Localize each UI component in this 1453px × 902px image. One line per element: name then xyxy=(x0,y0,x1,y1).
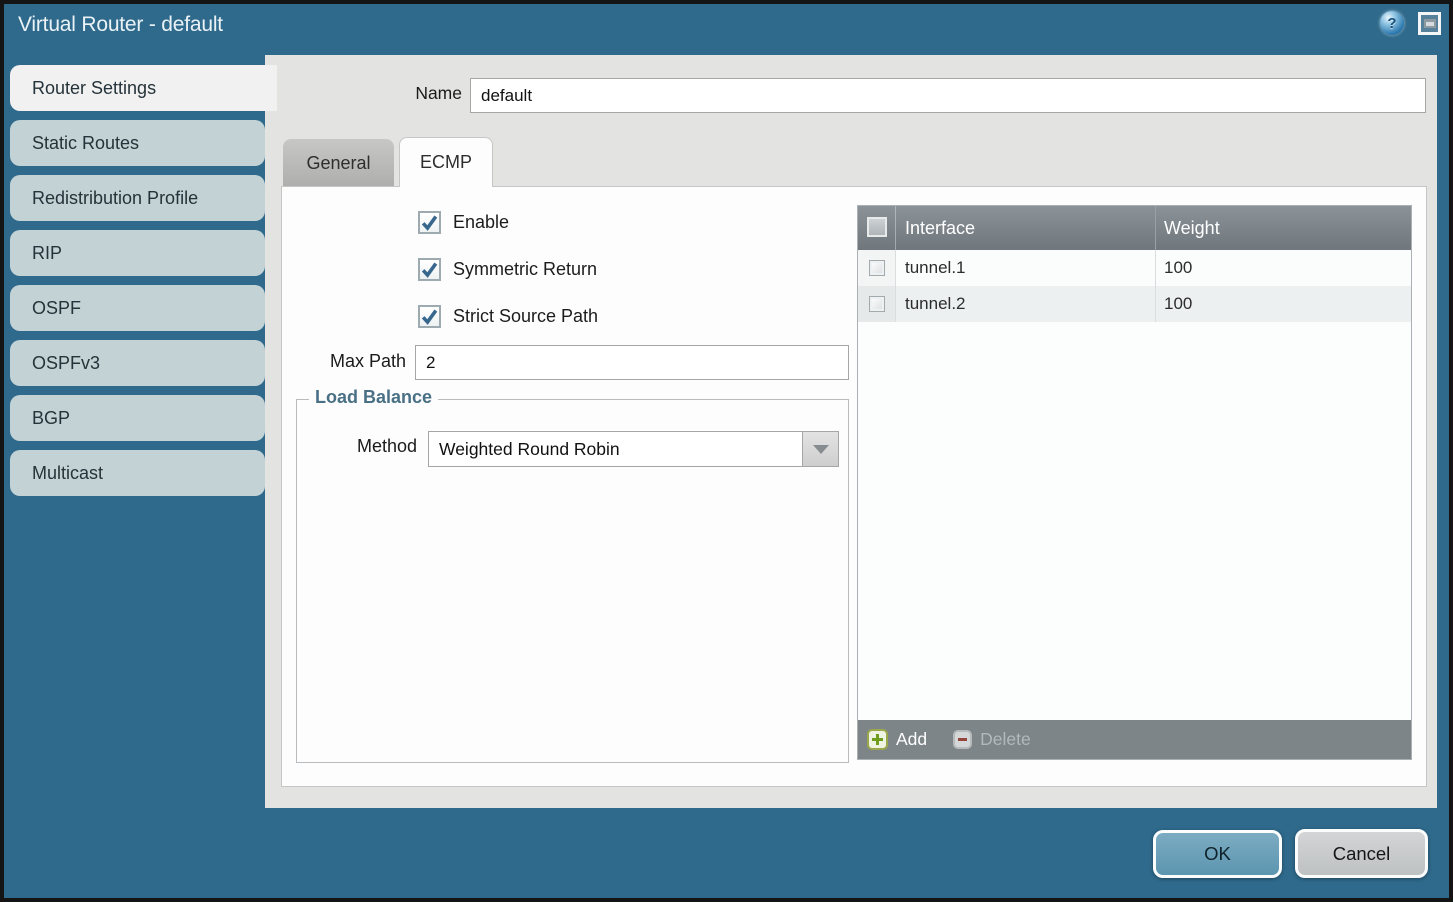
table-row[interactable]: tunnel.1 100 xyxy=(858,250,1411,286)
check-icon xyxy=(420,307,439,326)
ecmp-tab-panel: Enable Symmetric Return Strict Source Pa… xyxy=(281,186,1427,787)
table-row[interactable]: tunnel.2 100 xyxy=(858,286,1411,322)
plus-icon xyxy=(867,729,888,750)
row-checkbox[interactable] xyxy=(869,260,885,276)
sidebar-item-multicast[interactable]: Multicast xyxy=(10,450,265,496)
cell-interface[interactable]: tunnel.2 xyxy=(896,286,1155,322)
dropdown-arrow-button[interactable] xyxy=(802,432,838,466)
table-empty-area xyxy=(858,322,1411,720)
row-checkbox-cell xyxy=(858,286,896,322)
sidebar-item-static-routes[interactable]: Static Routes xyxy=(10,120,265,166)
row-checkbox[interactable] xyxy=(869,296,885,312)
tab-general[interactable]: General xyxy=(283,139,394,187)
sidebar-item-redistribution-profile[interactable]: Redistribution Profile xyxy=(10,175,265,221)
sidebar-item-rip[interactable]: RIP xyxy=(10,230,265,276)
symmetric-return-checkbox[interactable] xyxy=(418,258,441,281)
sidebar-item-bgp[interactable]: BGP xyxy=(10,395,265,441)
sidebar-item-ospfv3[interactable]: OSPFv3 xyxy=(10,340,265,386)
enable-row: Enable xyxy=(418,211,509,234)
ok-button[interactable]: OK xyxy=(1153,830,1282,878)
max-path-input[interactable] xyxy=(415,345,849,380)
column-header-interface[interactable]: Interface xyxy=(896,206,1155,250)
max-path-label: Max Path xyxy=(300,351,406,372)
sidebar-item-router-settings[interactable]: Router Settings xyxy=(10,65,277,111)
header-checkbox-cell xyxy=(858,206,896,250)
window-restore-icon[interactable] xyxy=(1418,12,1441,35)
method-label: Method xyxy=(307,436,417,457)
row-checkbox-cell xyxy=(858,250,896,286)
symmetric-return-label: Symmetric Return xyxy=(453,259,597,280)
check-icon xyxy=(420,213,439,232)
select-all-checkbox[interactable] xyxy=(867,217,887,237)
cell-weight[interactable]: 100 xyxy=(1155,286,1411,322)
method-selected-value: Weighted Round Robin xyxy=(439,432,620,466)
add-button[interactable]: Add xyxy=(867,729,927,750)
delete-label: Delete xyxy=(980,729,1031,750)
sidebar: Router Settings Static Routes Redistribu… xyxy=(10,65,265,505)
table-header: Interface Weight xyxy=(858,206,1411,250)
column-header-weight[interactable]: Weight xyxy=(1155,206,1411,250)
load-balance-group: Load Balance Method Weighted Round Robin xyxy=(296,399,849,763)
add-label: Add xyxy=(896,729,927,750)
name-label: Name xyxy=(370,83,462,104)
window-glyph xyxy=(1424,19,1436,28)
interface-table: Interface Weight tunnel.1 100 tunnel.2 1… xyxy=(857,205,1412,760)
method-dropdown[interactable]: Weighted Round Robin xyxy=(428,431,839,467)
sidebar-item-ospf[interactable]: OSPF xyxy=(10,285,265,331)
cell-weight[interactable]: 100 xyxy=(1155,250,1411,286)
minus-icon xyxy=(953,730,972,749)
strict-source-path-row: Strict Source Path xyxy=(418,305,598,328)
enable-checkbox[interactable] xyxy=(418,211,441,234)
help-icon[interactable]: ? xyxy=(1380,11,1404,35)
delete-button[interactable]: Delete xyxy=(953,729,1031,750)
dialog-title: Virtual Router - default xyxy=(18,13,223,37)
virtual-router-dialog: Virtual Router - default ? Router Settin… xyxy=(0,0,1453,902)
cancel-button[interactable]: Cancel xyxy=(1295,829,1428,878)
cell-interface[interactable]: tunnel.1 xyxy=(896,250,1155,286)
strict-source-path-checkbox[interactable] xyxy=(418,305,441,328)
strict-source-path-label: Strict Source Path xyxy=(453,306,598,327)
symmetric-return-row: Symmetric Return xyxy=(418,258,597,281)
tab-ecmp[interactable]: ECMP xyxy=(399,137,493,187)
content-area: Name General ECMP Enable Symmetric Retur… xyxy=(265,55,1437,808)
load-balance-legend: Load Balance xyxy=(309,387,438,408)
chevron-down-icon xyxy=(813,445,829,454)
enable-label: Enable xyxy=(453,212,509,233)
table-footer: Add Delete xyxy=(858,720,1411,759)
name-input[interactable] xyxy=(470,78,1426,113)
check-icon xyxy=(420,260,439,279)
